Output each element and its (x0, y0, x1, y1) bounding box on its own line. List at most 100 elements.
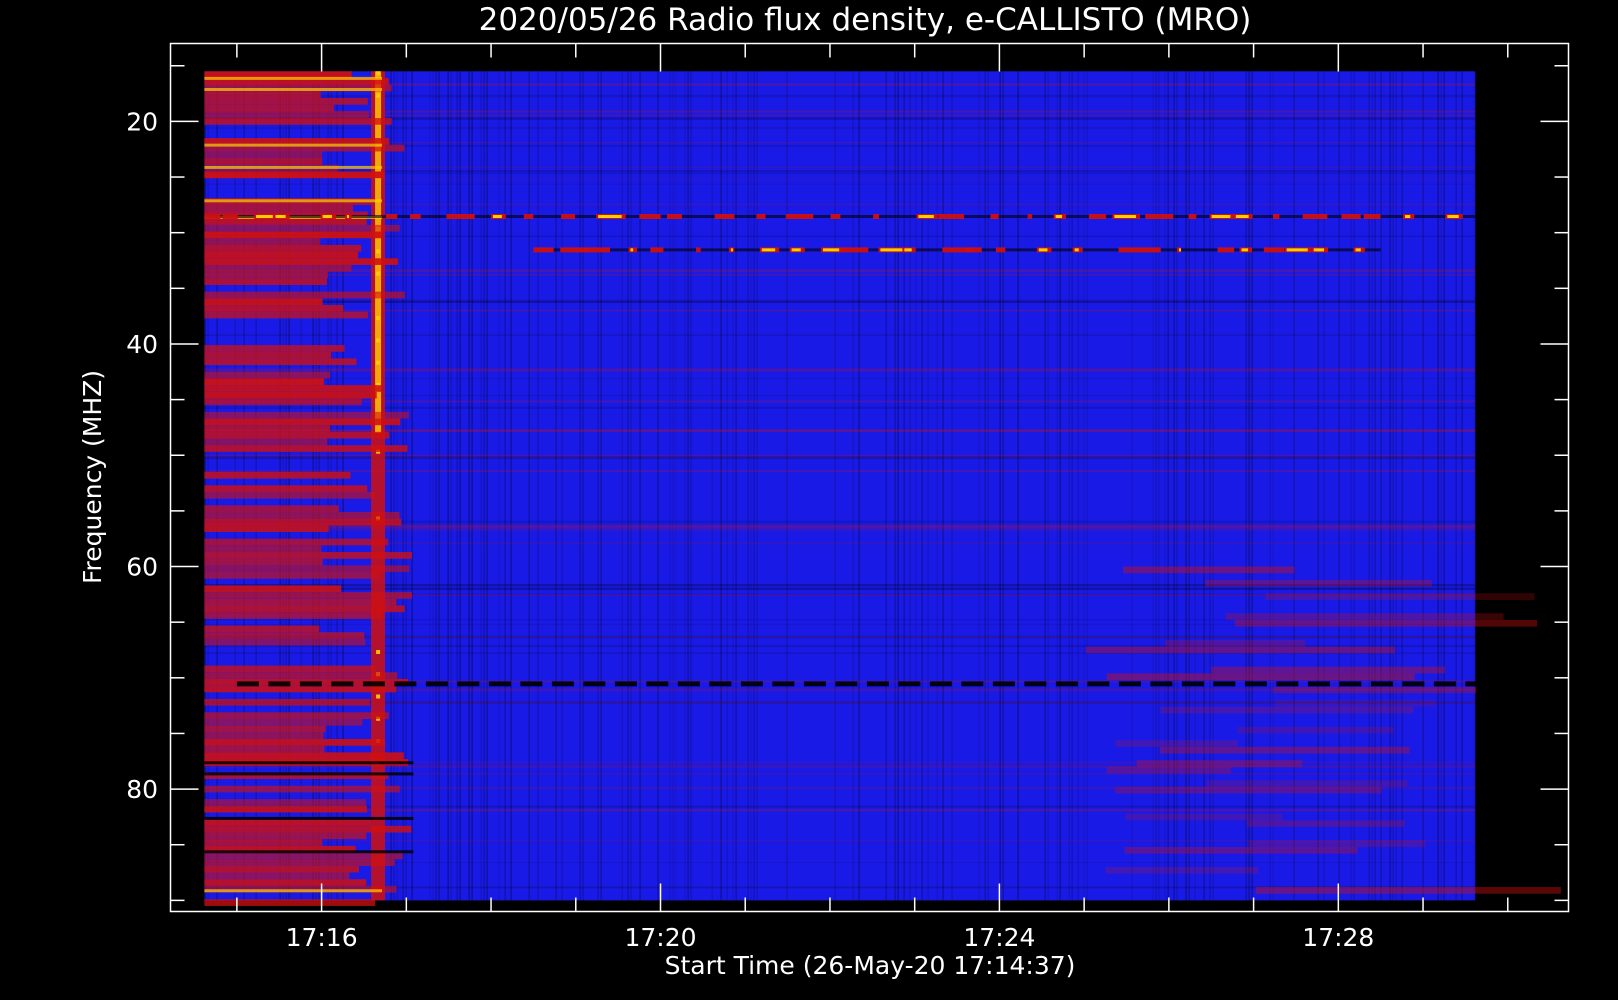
texture-row (204, 83, 1476, 86)
texture-stripe (1071, 71, 1073, 901)
spectrogram-chart: 2020/05/26 Radio flux density, e-CALLIST… (78, 2, 1570, 980)
texture-stripe (1422, 71, 1424, 901)
texture-row (204, 183, 1476, 185)
texture-row (204, 400, 1476, 403)
texture-row (204, 114, 1476, 117)
texture-stripe (1389, 71, 1391, 901)
texture-stripe (951, 71, 953, 901)
texture-stripe (1203, 71, 1205, 901)
texture-stripe (858, 71, 860, 901)
texture-stripe (582, 71, 584, 901)
texture-stripe (927, 71, 929, 901)
texture-stripe (1185, 71, 1187, 901)
texture-stripe (597, 71, 599, 901)
texture-row (204, 525, 1476, 529)
texture-row (204, 117, 1476, 120)
texture-stripe (915, 71, 917, 901)
texture-row (204, 309, 1476, 312)
texture-stripe (435, 71, 437, 901)
texture-row (204, 528, 1476, 531)
texture-stripe (1044, 71, 1046, 901)
texture-row (204, 269, 1476, 273)
texture-stripe (1173, 71, 1175, 901)
texture-stripe (1209, 71, 1211, 901)
texture-row (204, 406, 1476, 409)
texture-row (204, 542, 1476, 545)
texture-stripe (936, 71, 938, 901)
texture-stripe (393, 71, 395, 901)
texture-stripe (483, 71, 485, 901)
texture-stripe (1002, 71, 1004, 901)
x-tick-label: 17:24 (963, 923, 1035, 952)
texture-row (204, 809, 1476, 812)
texture-stripe (1158, 71, 1160, 901)
texture-row (204, 635, 1476, 639)
texture-stripe (1188, 71, 1190, 901)
texture-stripe (438, 71, 440, 901)
texture-stripe (894, 71, 896, 901)
texture-row (204, 177, 1476, 180)
texture-stripe (690, 71, 692, 901)
texture-stripe (459, 71, 461, 901)
texture-stripe (675, 71, 677, 901)
texture-row (204, 394, 1476, 397)
texture-stripe (657, 71, 659, 901)
y-tick-label: 20 (126, 107, 158, 136)
x-tick-labels: 17:16 17:20 17:24 17:28 (286, 923, 1375, 952)
texture-stripe (432, 71, 434, 901)
texture-stripe (390, 71, 392, 901)
texture-stripe (687, 71, 689, 901)
y-tick-labels: 20 40 60 80 (126, 107, 158, 804)
texture-stripe (1368, 71, 1370, 901)
texture-stripe (1338, 71, 1340, 901)
texture-stripe (756, 71, 758, 901)
texture-stripe (555, 71, 557, 901)
texture-stripe (1293, 71, 1295, 901)
texture-stripe (1461, 71, 1463, 901)
texture-stripe (1401, 71, 1403, 901)
texture-row (204, 94, 1476, 98)
texture-stripe (684, 71, 686, 901)
texture-stripe (579, 71, 581, 901)
texture-row (204, 274, 1476, 276)
texture-stripe (471, 71, 473, 901)
texture-stripe (897, 71, 899, 901)
texture-row (204, 470, 1476, 472)
x-tick-label: 17:20 (624, 923, 696, 952)
texture-row (204, 203, 1476, 206)
texture-stripe (1176, 71, 1178, 901)
x-tick-label: 17:16 (286, 923, 358, 952)
texture-row (204, 334, 1476, 337)
texture-stripe (447, 71, 449, 901)
texture-stripe (1017, 71, 1019, 901)
texture-stripe (987, 71, 989, 901)
texture-stripe (1077, 71, 1079, 901)
texture-stripe (1395, 71, 1397, 901)
y-tick-label: 40 (126, 330, 158, 359)
texture-stripe (885, 71, 887, 901)
texture-stripe (747, 71, 749, 901)
spectrogram-data (204, 71, 1561, 906)
x-axis-label: Start Time (26-May-20 17:14:37) (665, 951, 1076, 980)
texture-stripe (1245, 71, 1247, 901)
texture-stripe (504, 71, 506, 901)
texture-stripe (621, 71, 623, 901)
texture-stripe (1380, 71, 1382, 901)
texture-stripe (402, 71, 404, 901)
texture-stripe (1353, 71, 1355, 901)
texture-stripe (1323, 71, 1325, 901)
texture-stripe (942, 71, 944, 901)
texture-row (204, 300, 1476, 304)
texture-row (204, 587, 1476, 591)
texture-stripe (711, 71, 713, 901)
texture-stripe (726, 71, 728, 901)
texture-stripe (411, 71, 413, 901)
y-tick-label: 60 (126, 553, 158, 582)
texture-stripe (834, 71, 836, 901)
texture-stripe (1083, 71, 1085, 901)
texture-stripe (1248, 71, 1250, 901)
texture-stripe (486, 71, 488, 901)
texture-stripe (627, 71, 629, 901)
texture-stripe (1164, 71, 1166, 901)
texture-stripe (600, 71, 602, 901)
